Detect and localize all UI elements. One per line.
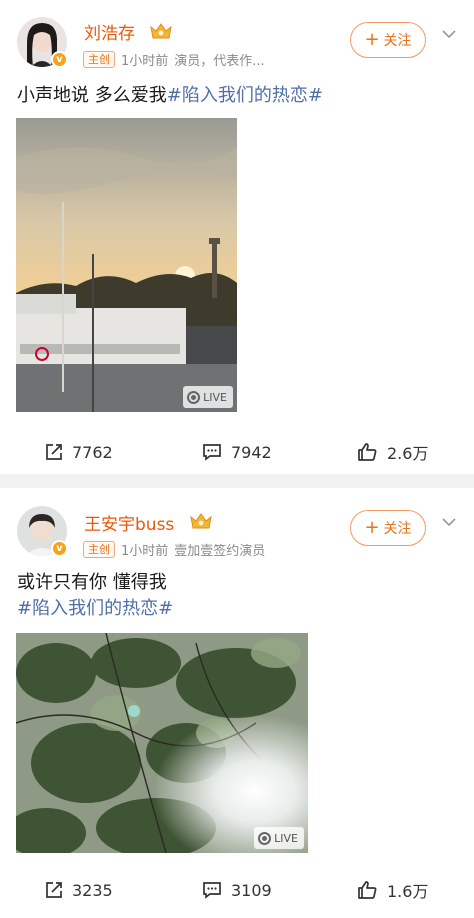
like-icon	[358, 881, 377, 899]
post-meta: 主创 1小时前 壹加壹签约演员	[83, 540, 265, 559]
comment-button[interactable]: 7942	[201, 434, 272, 470]
crown-icon	[190, 513, 212, 529]
like-icon	[358, 443, 377, 461]
repost-count: 7762	[72, 442, 113, 462]
action-bar: 7762 7942 2.6万	[0, 434, 474, 470]
repost-count: 3235	[72, 880, 113, 900]
post-image[interactable]: LIVE	[16, 118, 237, 412]
live-photo-badge: LIVE	[254, 827, 304, 849]
plus-icon: +	[364, 29, 380, 50]
post-text: 小声地说 多么爱我#陷入我们的热恋#	[17, 83, 323, 109]
hashtag-link[interactable]: #陷入我们的热恋#	[167, 85, 323, 106]
comment-button[interactable]: 3109	[201, 872, 272, 908]
user-bio: 壹加壹签约演员	[174, 544, 266, 559]
comment-icon	[203, 882, 221, 899]
role-tag: 主创	[83, 51, 115, 68]
comment-count: 3109	[231, 880, 272, 900]
repost-button[interactable]: 7762	[44, 434, 113, 470]
post-separator	[0, 474, 474, 488]
live-label: LIVE	[203, 390, 227, 404]
post-image[interactable]: LIVE	[16, 633, 308, 853]
like-button[interactable]: 2.6万	[357, 434, 428, 470]
post-card: v 王安宇buss 主创 1小时前 壹加壹签约演员 + 关注 或许只有你 懂得我…	[0, 488, 474, 918]
verified-icon: v	[51, 540, 68, 557]
repost-button[interactable]: 3235	[44, 872, 113, 908]
username[interactable]: 刘浩存	[84, 19, 135, 44]
post-time: 1小时前	[121, 544, 169, 559]
hashtag-link[interactable]: #陷入我们的热恋#	[17, 596, 173, 622]
verified-icon: v	[51, 51, 68, 68]
action-bar: 3235 3109 1.6万	[0, 872, 474, 908]
user-bio: 演员，代表作...	[174, 54, 265, 69]
like-button[interactable]: 1.6万	[357, 872, 428, 908]
post-card: v 刘浩存 主创 1小时前 演员，代表作... + 关注 小声地说 多么爱我#陷…	[0, 0, 474, 474]
post-meta: 主创 1小时前 演员，代表作...	[83, 50, 265, 69]
follow-button[interactable]: + 关注	[350, 22, 426, 58]
follow-label: 关注	[383, 521, 412, 537]
post-body: 小声地说 多么爱我	[17, 85, 167, 106]
like-count: 2.6万	[387, 444, 429, 463]
follow-button[interactable]: + 关注	[350, 510, 426, 546]
role-tag: 主创	[83, 541, 115, 558]
post-time: 1小时前	[121, 54, 169, 69]
post-body: 或许只有你 懂得我	[17, 572, 167, 593]
comment-icon	[203, 444, 221, 461]
chevron-down-icon[interactable]	[441, 26, 457, 42]
live-photo-badge: LIVE	[183, 386, 233, 408]
like-count: 1.6万	[387, 882, 429, 901]
chevron-down-icon[interactable]	[441, 514, 457, 530]
plus-icon: +	[364, 517, 380, 538]
repost-icon	[46, 882, 62, 898]
live-photo-icon	[187, 390, 201, 404]
crown-icon	[150, 23, 172, 39]
repost-icon	[46, 444, 62, 460]
live-photo-icon	[258, 831, 272, 845]
follow-label: 关注	[383, 33, 412, 49]
comment-count: 7942	[231, 442, 272, 462]
username[interactable]: 王安宇buss	[84, 510, 174, 535]
live-label: LIVE	[274, 831, 298, 845]
